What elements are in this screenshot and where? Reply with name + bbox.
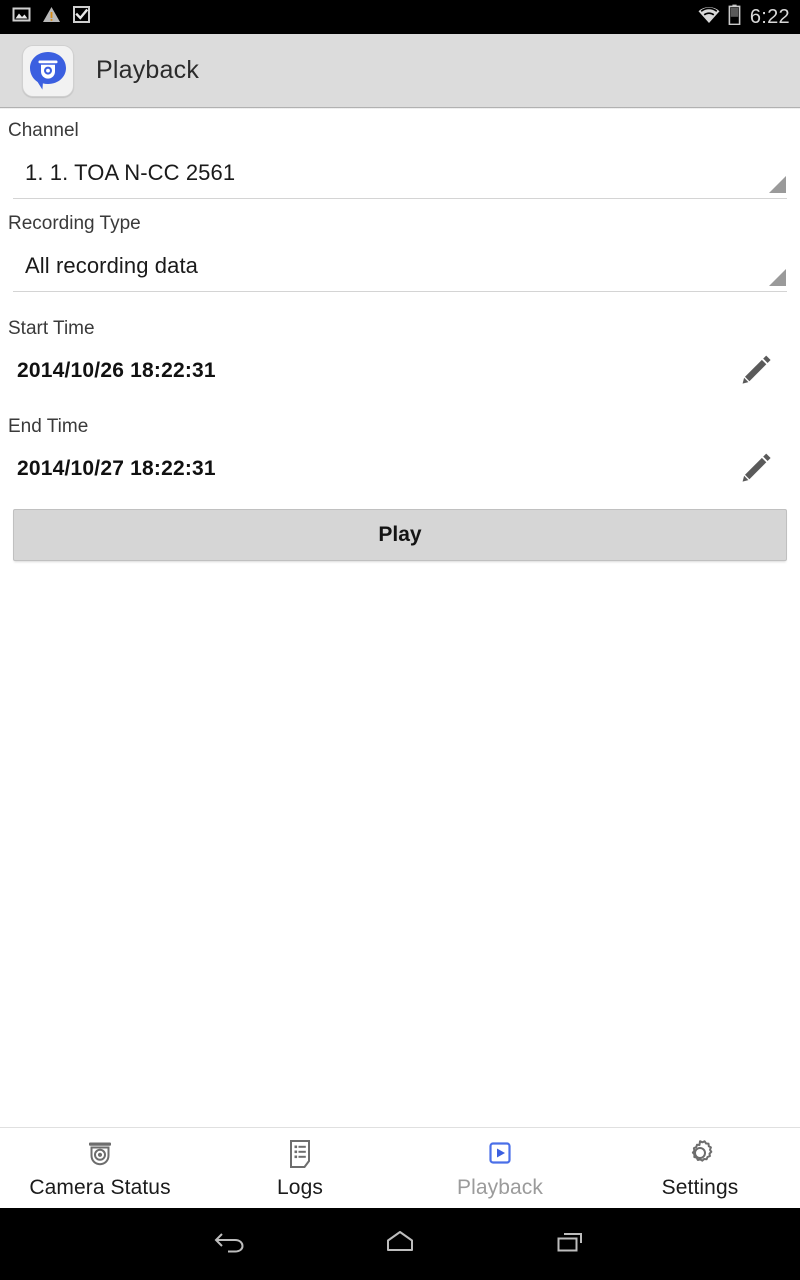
play-box-icon	[483, 1136, 517, 1172]
warning-triangle-icon	[42, 5, 61, 29]
tab-settings[interactable]: Settings	[600, 1128, 800, 1208]
pencil-icon	[736, 349, 776, 394]
tab-label-playback: Playback	[456, 1176, 543, 1199]
android-nav-bar	[0, 1208, 800, 1280]
spinner-triangle-icon	[769, 269, 786, 286]
back-icon	[209, 1224, 251, 1265]
nav-recents-button[interactable]	[490, 1224, 650, 1265]
dome-camera-icon	[83, 1136, 117, 1172]
end-time-label: End Time	[8, 416, 89, 437]
status-bar-left-icons	[12, 5, 91, 29]
start-time-value: 2014/10/26 18:22:31	[17, 359, 216, 382]
battery-icon	[728, 4, 741, 30]
tab-playback[interactable]: Playback	[400, 1128, 600, 1208]
app-screen: 6:22 Playback Channel 1. 1. TOA N-CC 256…	[0, 0, 800, 1280]
document-list-icon	[283, 1136, 317, 1172]
end-time-row[interactable]: 2014/10/27 18:22:31	[13, 444, 787, 494]
status-bar-clock: 6:22	[749, 5, 790, 28]
start-time-label: Start Time	[8, 318, 95, 339]
end-time-edit-button[interactable]	[733, 446, 779, 492]
action-bar: Playback	[0, 34, 800, 111]
recording-type-label: Recording Type	[8, 213, 141, 234]
wifi-icon	[697, 5, 721, 30]
channel-label: Channel	[8, 120, 79, 141]
tab-label-settings: Settings	[661, 1176, 739, 1199]
bottom-tab-bar: Camera Status Logs Playback Settings	[0, 1127, 800, 1208]
image-icon	[12, 5, 31, 29]
play-button-label: Play	[378, 523, 422, 546]
status-bar: 6:22	[0, 0, 800, 34]
recording-type-spinner[interactable]: All recording data	[13, 240, 787, 292]
pencil-icon	[736, 447, 776, 492]
tab-camera-status[interactable]: Camera Status	[0, 1128, 200, 1208]
tab-label-camera-status: Camera Status	[29, 1176, 171, 1199]
page-title: Playback	[96, 56, 200, 84]
status-bar-right-icons: 6:22	[697, 4, 790, 30]
recents-icon	[549, 1224, 591, 1265]
start-time-row[interactable]: 2014/10/26 18:22:31	[13, 346, 787, 396]
home-icon	[379, 1224, 421, 1265]
nav-home-button[interactable]	[320, 1224, 480, 1265]
nav-back-button[interactable]	[150, 1224, 310, 1265]
camera-bubble-app-icon	[22, 44, 74, 97]
recording-type-value: All recording data	[25, 252, 199, 278]
channel-spinner[interactable]: 1. 1. TOA N-CC 2561	[13, 147, 787, 199]
spinner-triangle-icon	[769, 176, 786, 193]
end-time-value: 2014/10/27 18:22:31	[17, 457, 216, 480]
tab-label-logs: Logs	[277, 1176, 323, 1199]
gear-icon	[683, 1136, 717, 1172]
tab-logs[interactable]: Logs	[200, 1128, 400, 1208]
start-time-edit-button[interactable]	[733, 348, 779, 394]
checkbox-checked-icon	[72, 5, 91, 29]
playback-form: Channel 1. 1. TOA N-CC 2561 Recording Ty…	[0, 109, 800, 1127]
play-button[interactable]: Play	[13, 509, 787, 561]
channel-value: 1. 1. TOA N-CC 2561	[25, 159, 236, 185]
